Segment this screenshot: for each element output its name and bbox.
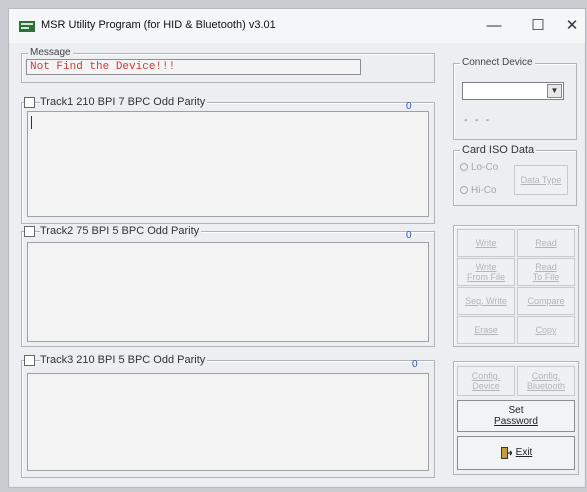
write-from-file-label-1: Write <box>475 261 497 272</box>
read-button[interactable]: Read <box>517 229 575 257</box>
track3-group: Track3 210 BPI 5 BPC Odd Parity 0 <box>21 354 435 478</box>
exit-door-icon <box>500 447 512 459</box>
chevron-down-icon[interactable]: ▼ <box>547 84 562 98</box>
app-window: MSR Utility Program (for HID & Bluetooth… <box>8 8 586 488</box>
card-iso-legend: Card ISO Data <box>460 144 537 156</box>
config-device-label-2: Device <box>472 381 500 391</box>
close-button[interactable]: ✕ <box>557 15 587 37</box>
device-status: - - - <box>464 114 492 126</box>
track3-checkbox[interactable] <box>24 355 35 366</box>
erase-button[interactable]: Erase <box>457 316 515 344</box>
track2-data-area[interactable] <box>27 242 429 342</box>
write-from-file-button[interactable]: Write From File <box>457 258 515 286</box>
lo-co-label: Lo-Co <box>471 162 499 173</box>
connect-device-group: Connect Device ▼ - - - <box>453 57 577 140</box>
set-password-label-1: Set <box>508 404 524 416</box>
radio-icon <box>460 163 468 172</box>
radio-icon <box>460 186 468 195</box>
data-type-button[interactable]: Data Type <box>514 165 568 195</box>
set-password-button[interactable]: Set Password <box>457 400 575 432</box>
config-device-button[interactable]: Config. Device <box>457 366 515 396</box>
card-iso-group: Card ISO Data Lo-Co Hi-Co Data Type <box>453 144 577 206</box>
connect-device-legend: Connect Device <box>460 57 535 68</box>
minimize-button[interactable]: — <box>479 15 509 37</box>
track1-checkbox[interactable] <box>24 97 35 108</box>
track3-data-area[interactable] <box>27 373 429 471</box>
read-to-file-label-1: Read <box>535 261 557 272</box>
settings-group: Config. Device Config. Bluetooth Set Pas… <box>453 361 579 475</box>
track1-data-area[interactable] <box>27 111 429 217</box>
exit-label: Exit <box>515 447 533 459</box>
seq-write-button[interactable]: Seq. Write <box>457 287 515 315</box>
hi-co-radio[interactable]: Hi-Co <box>460 185 497 196</box>
text-cursor <box>31 116 32 129</box>
write-from-file-label-2: From File <box>467 272 505 282</box>
maximize-button[interactable]: ☐ <box>523 15 553 37</box>
read-to-file-button[interactable]: Read To File <box>517 258 575 286</box>
read-to-file-label-2: To File <box>532 272 560 282</box>
message-legend: Message <box>28 47 73 58</box>
track2-header: Track2 75 BPI 5 BPC Odd Parity <box>22 225 412 239</box>
config-bluetooth-button[interactable]: Config. Bluetooth <box>517 366 575 396</box>
track3-label: Track3 210 BPI 5 BPC Odd Parity <box>40 354 208 366</box>
window-title: MSR Utility Program (for HID & Bluetooth… <box>41 19 276 31</box>
compare-button[interactable]: Compare <box>517 287 575 315</box>
app-icon <box>19 21 35 32</box>
write-button[interactable]: Write <box>457 229 515 257</box>
lo-co-radio[interactable]: Lo-Co <box>460 162 498 173</box>
copy-button[interactable]: Copy <box>517 316 575 344</box>
config-bluetooth-label-2: Bluetooth <box>526 381 566 391</box>
track3-header: Track3 210 BPI 5 BPC Odd Parity <box>22 354 412 368</box>
title-bar: MSR Utility Program (for HID & Bluetooth… <box>9 9 585 43</box>
message-text: Not Find the Device!!! <box>26 59 361 75</box>
track2-checkbox[interactable] <box>24 226 35 237</box>
set-password-label-2: Password <box>494 416 538 427</box>
track2-count: 0 <box>406 230 412 241</box>
track2-label: Track2 75 BPI 5 BPC Odd Parity <box>40 225 202 237</box>
operations-group: Write Read Write From File Read To File … <box>453 225 579 347</box>
device-select[interactable]: ▼ <box>462 82 564 100</box>
hi-co-label: Hi-Co <box>471 185 497 196</box>
track2-group: Track2 75 BPI 5 BPC Odd Parity 0 <box>21 225 435 347</box>
track1-header: Track1 210 BPI 7 BPC Odd Parity <box>22 96 412 110</box>
track1-group: Track1 210 BPI 7 BPC Odd Parity 0 <box>21 96 435 224</box>
exit-button[interactable]: Exit <box>457 436 575 470</box>
config-bluetooth-label-1: Config. <box>531 370 561 381</box>
track3-count: 0 <box>412 359 418 370</box>
message-group: Message Not Find the Device!!! <box>21 47 435 83</box>
track1-label: Track1 210 BPI 7 BPC Odd Parity <box>40 96 208 108</box>
config-device-label-1: Config. <box>471 370 501 381</box>
client-area: Message Not Find the Device!!! Track1 21… <box>15 43 581 483</box>
